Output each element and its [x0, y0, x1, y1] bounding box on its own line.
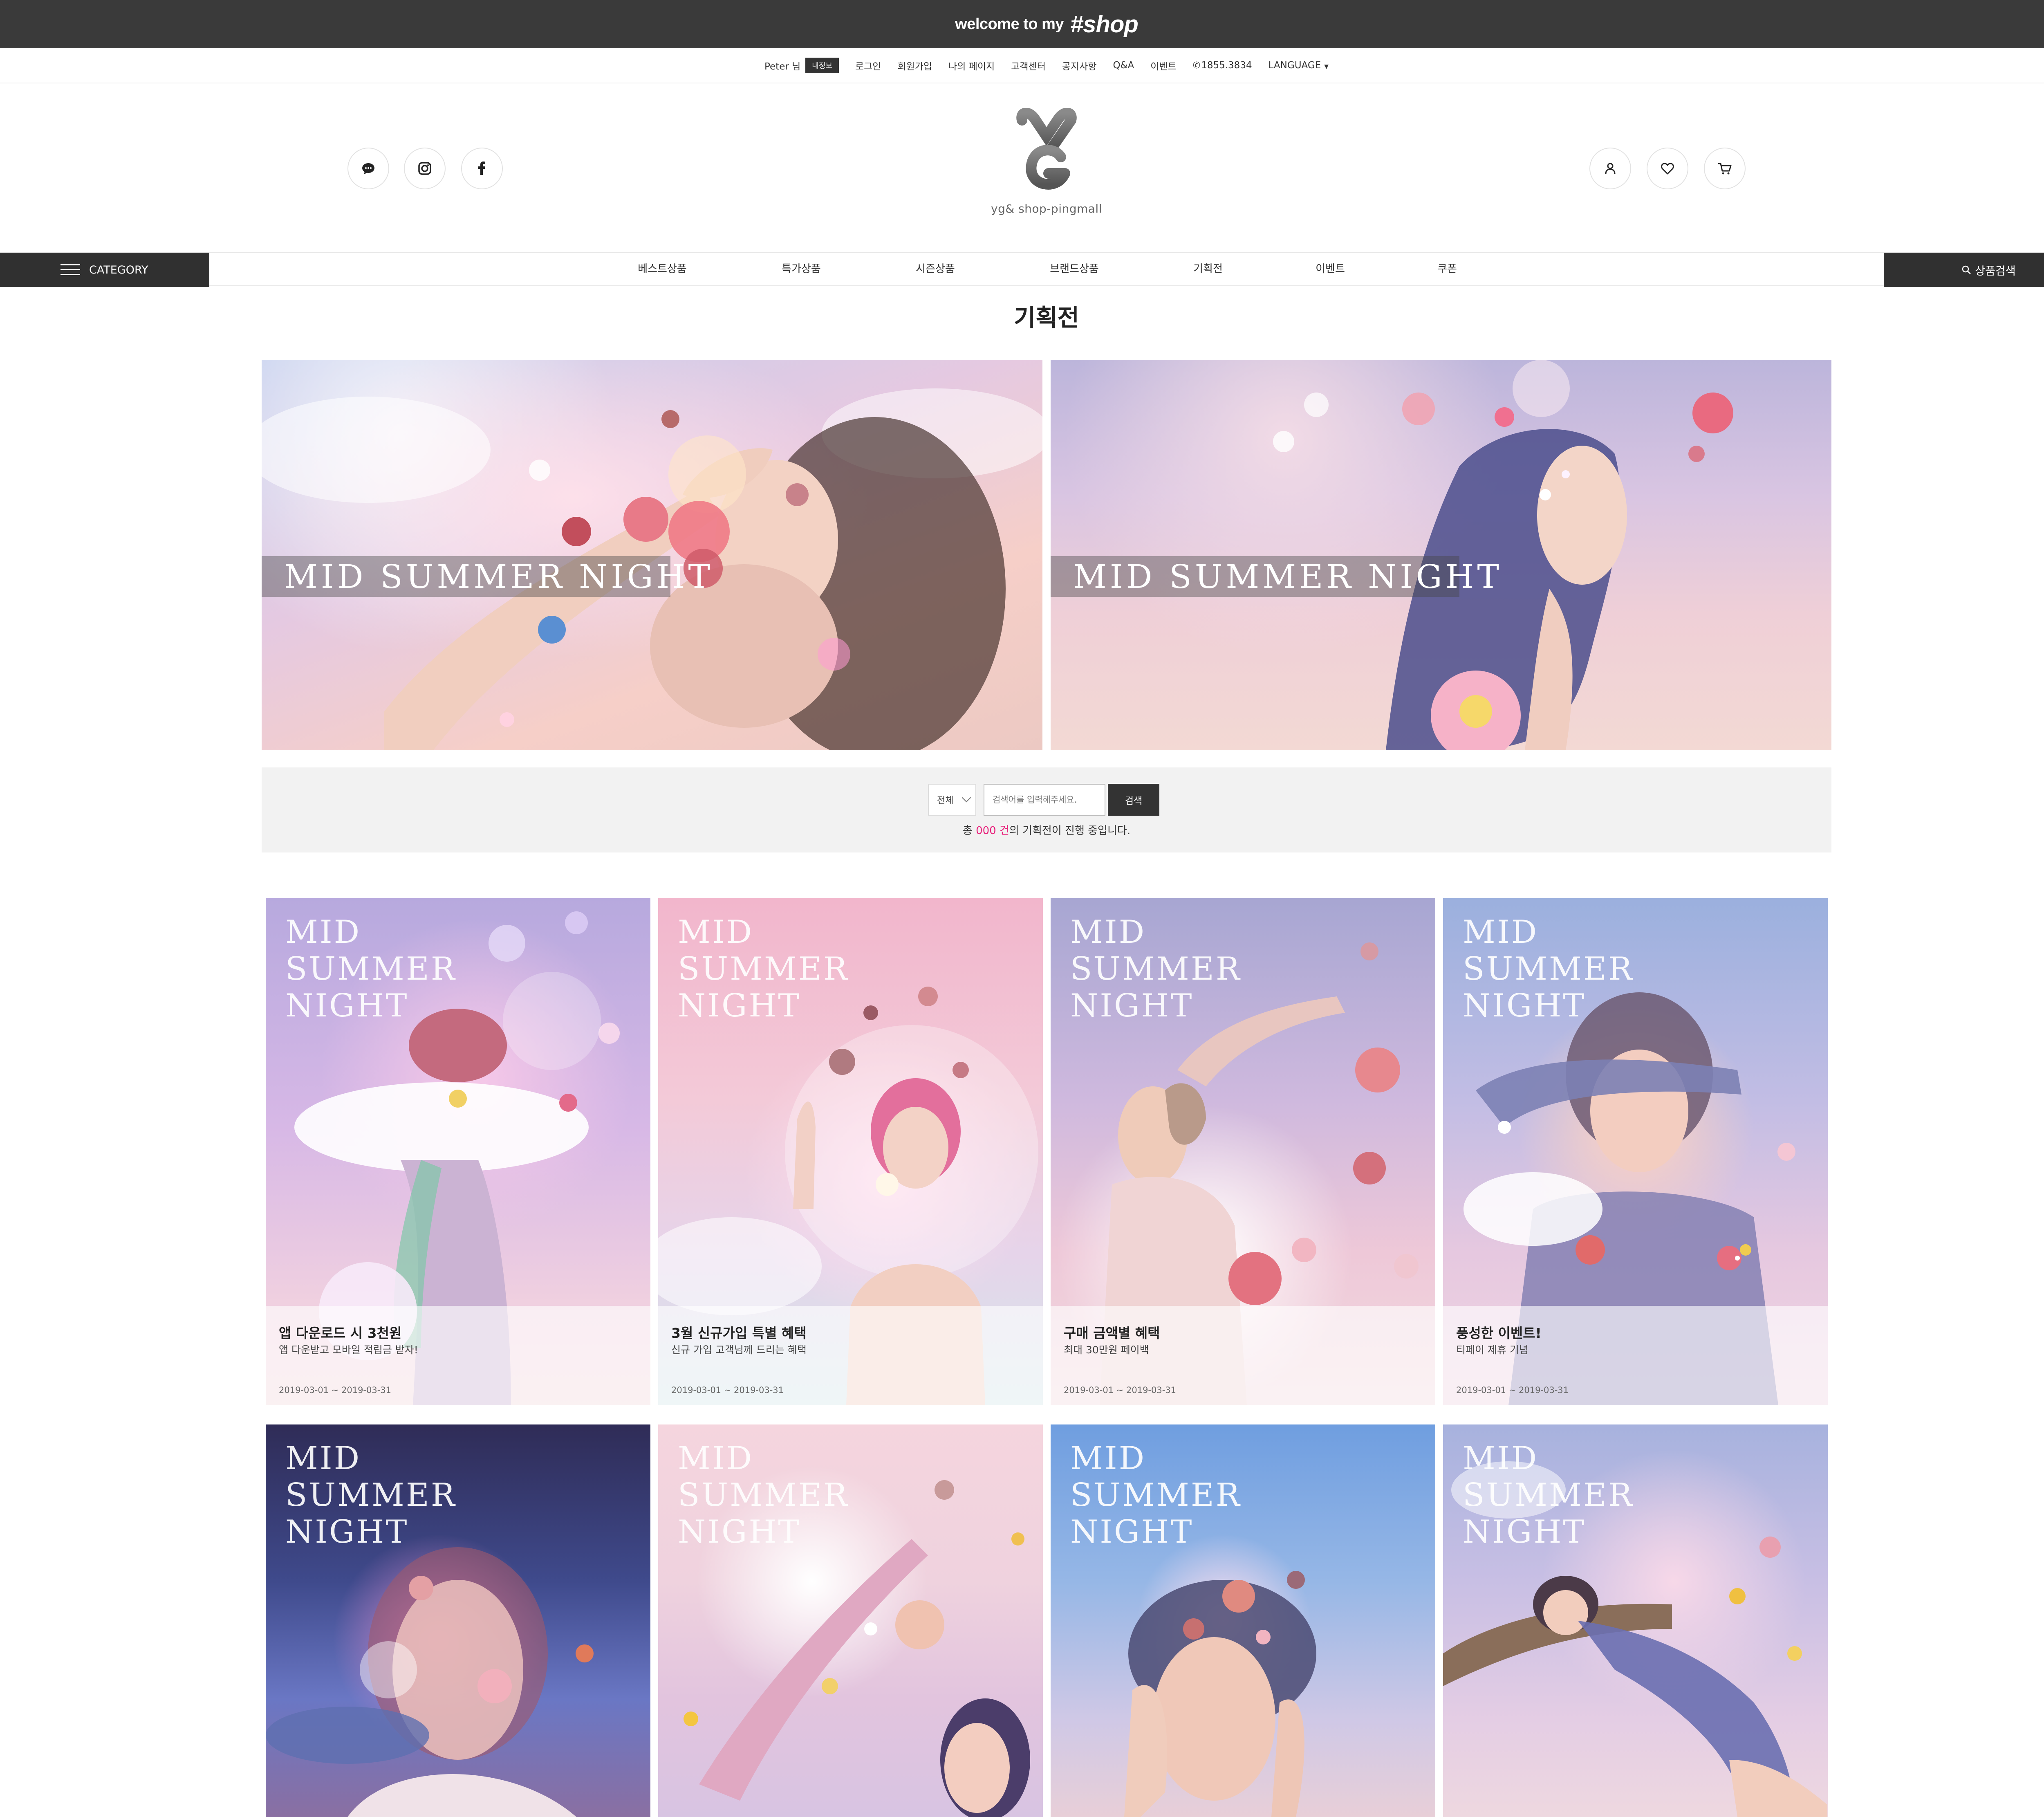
- notice-link[interactable]: 공지사항: [1062, 58, 1097, 72]
- card-title: 3월 신규가입 특별 혜택: [671, 1325, 807, 1341]
- banner-artwork: [262, 388, 1042, 750]
- my-page-link[interactable]: 나의 페이지: [948, 58, 995, 72]
- card-art-title: MID SUMMER NIGHT: [285, 1440, 457, 1550]
- exhibition-card[interactable]: MID SUMMER NIGHT: [1051, 1424, 1435, 1817]
- card-info: 앱 다운로드 시 3천원 앱 다운받고 모바일 적립금 받자! 2019-03-…: [266, 1306, 650, 1405]
- nav-brand[interactable]: 브랜드상품: [1050, 253, 1099, 285]
- banner-title-strip: MID SUMMER NIGHT: [262, 556, 710, 597]
- nav-best[interactable]: 베스트상품: [638, 253, 687, 285]
- exhibition-card[interactable]: MID SUMMER NIGHT 구매 금액별 혜택 최대 30만원 페이백 201…: [1051, 898, 1435, 1405]
- card-title: 풍성한 이벤트!: [1456, 1325, 1542, 1341]
- user-icon[interactable]: [1589, 148, 1631, 189]
- site-logo[interactable]: yg& shop-pingmall: [973, 108, 1120, 227]
- exhibition-card[interactable]: MID SUMMER NIGHT: [658, 1424, 1043, 1817]
- shop-text: #shop: [1070, 11, 1139, 38]
- category-label: CATEGORY: [89, 263, 148, 276]
- my-info-badge[interactable]: 내정보: [805, 58, 839, 73]
- card-subtitle: 티페이 제휴 기념: [1456, 1344, 1529, 1356]
- exhibition-card[interactable]: MID SUMMER NIGHT 풍성한 이벤트! 티페이 제휴 기념 2019-0…: [1443, 898, 1828, 1405]
- card-date: 2019-03-01 ~ 2019-03-31: [1064, 1385, 1177, 1395]
- phone-link[interactable]: ✆1855.3834: [1193, 60, 1252, 71]
- search-input[interactable]: [984, 784, 1105, 816]
- main-nav: CATEGORY 베스트상품 특가상품 시즌상품 브랜드상품 기획전 이벤트 쿠…: [0, 252, 2044, 287]
- banner-title: MID SUMMER NIGHT: [284, 557, 713, 596]
- card-art-title: MID SUMMER NIGHT: [1463, 1440, 1634, 1550]
- search-button[interactable]: 검색: [1108, 784, 1159, 816]
- promo-banner-2[interactable]: MID SUMMER NIGHT: [1051, 360, 1831, 750]
- logo-mark: [1016, 108, 1077, 190]
- promo-banner-1[interactable]: MID SUMMER NIGHT: [262, 360, 1042, 750]
- card-info: 풍성한 이벤트! 티페이 제휴 기념 2019-03-01 ~ 2019-03-…: [1443, 1306, 1828, 1405]
- phone-number: 1855.3834: [1201, 60, 1252, 71]
- site-header: yg& shop-pingmall: [0, 83, 2044, 252]
- language-dropdown[interactable]: LANGUAGE ▼: [1269, 60, 1329, 71]
- result-count-text: 총 000 건의 기획전이 진행 중입니다.: [262, 822, 1831, 837]
- nav-event[interactable]: 이벤트: [1316, 253, 1345, 285]
- search-icon: [1962, 265, 1971, 274]
- card-title: 구매 금액별 혜택: [1064, 1325, 1160, 1341]
- card-art-title: MID SUMMER NIGHT: [678, 1440, 849, 1550]
- product-search-button[interactable]: 상품검색: [1884, 253, 2044, 287]
- search-scope-value: 전체: [937, 796, 954, 806]
- card-art-title: MID SUMMER NIGHT: [285, 914, 457, 1024]
- card-date: 2019-03-01 ~ 2019-03-31: [1456, 1385, 1569, 1395]
- card-subtitle: 앱 다운받고 모바일 적립금 받자!: [279, 1344, 418, 1356]
- nav-coupon[interactable]: 쿠폰: [1437, 253, 1457, 285]
- card-art-title: MID SUMMER NIGHT: [1070, 914, 1242, 1024]
- language-label: LANGUAGE: [1268, 60, 1321, 71]
- nav-season[interactable]: 시즌상품: [916, 253, 955, 285]
- logo-tagline: yg& shop-pingmall: [991, 202, 1102, 215]
- exhibition-search-panel: 전체 검색 총 000 건의 기획전이 진행 중입니다.: [262, 767, 1831, 852]
- card-date: 2019-03-01 ~ 2019-03-31: [671, 1385, 784, 1395]
- banner-title-strip: MID SUMMER NIGHT: [1051, 556, 1499, 597]
- welcome-text: welcome to my: [955, 15, 1064, 33]
- card-date: 2019-03-01 ~ 2019-03-31: [279, 1385, 392, 1395]
- qna-link[interactable]: Q&A: [1113, 60, 1134, 71]
- nav-exhibition[interactable]: 기획전: [1193, 253, 1223, 285]
- card-art-title: MID SUMMER NIGHT: [1463, 914, 1634, 1024]
- signup-link[interactable]: 회원가입: [897, 58, 932, 72]
- count-prefix: 총: [962, 825, 976, 837]
- cart-icon[interactable]: [1704, 148, 1746, 189]
- card-info: 구매 금액별 혜택 최대 30만원 페이백 2019-03-01 ~ 2019-…: [1051, 1306, 1435, 1405]
- user-name: Peter 님: [764, 61, 801, 72]
- heart-icon[interactable]: [1647, 148, 1688, 189]
- chevron-down-icon: [961, 793, 971, 803]
- search-scope-select[interactable]: 전체: [928, 784, 976, 816]
- utility-bar: Peter 님 내정보 로그인 회원가입 나의 페이지 고객센터 공지사항 Q&…: [0, 48, 2044, 83]
- banner-artwork: [1273, 360, 1733, 750]
- phone-icon: ✆: [1192, 61, 1201, 71]
- card-subtitle: 최대 30만원 페이백: [1064, 1344, 1149, 1356]
- card-art-title: MID SUMMER NIGHT: [678, 914, 849, 1024]
- facebook-icon[interactable]: [461, 148, 503, 189]
- talk-icon[interactable]: [347, 148, 389, 189]
- page-title: 기획전: [1013, 304, 1080, 332]
- exhibition-card[interactable]: MID SUMMER NIGHT 앱 다운로드 시 3천원 앱 다운받고 모바일 적…: [266, 898, 650, 1405]
- exhibition-card[interactable]: MID SUMMER NIGHT: [1443, 1424, 1828, 1817]
- user-greeting: Peter 님 내정보: [764, 58, 839, 73]
- caret-down-icon: ▼: [1324, 63, 1329, 70]
- welcome-banner: welcome to my #shop: [0, 0, 2044, 48]
- product-search-label: 상품검색: [1975, 265, 2016, 278]
- card-art-title: MID SUMMER NIGHT: [1070, 1440, 1242, 1550]
- banner-title: MID SUMMER NIGHT: [1073, 557, 1502, 596]
- exhibition-card[interactable]: MID SUMMER NIGHT 3월 신규가입 특별 혜택 신규 가입 고객님께 …: [658, 898, 1043, 1405]
- exhibition-card[interactable]: MID SUMMER NIGHT: [266, 1424, 650, 1817]
- card-subtitle: 신규 가입 고객님께 드리는 혜택: [671, 1344, 807, 1356]
- count-suffix: 의 기획전이 진행 중입니다.: [1009, 825, 1131, 837]
- event-link[interactable]: 이벤트: [1150, 58, 1176, 72]
- count-value: 000 건: [976, 825, 1009, 837]
- customer-center-link[interactable]: 고객센터: [1011, 58, 1046, 72]
- category-button[interactable]: CATEGORY: [0, 253, 209, 287]
- nav-special[interactable]: 특가상품: [782, 253, 821, 285]
- hamburger-icon: [61, 264, 80, 276]
- card-title: 앱 다운로드 시 3천원: [279, 1325, 402, 1341]
- card-info: 3월 신규가입 특별 혜택 신규 가입 고객님께 드리는 혜택 2019-03-…: [658, 1306, 1043, 1405]
- login-link[interactable]: 로그인: [855, 58, 881, 72]
- instagram-icon[interactable]: [404, 148, 446, 189]
